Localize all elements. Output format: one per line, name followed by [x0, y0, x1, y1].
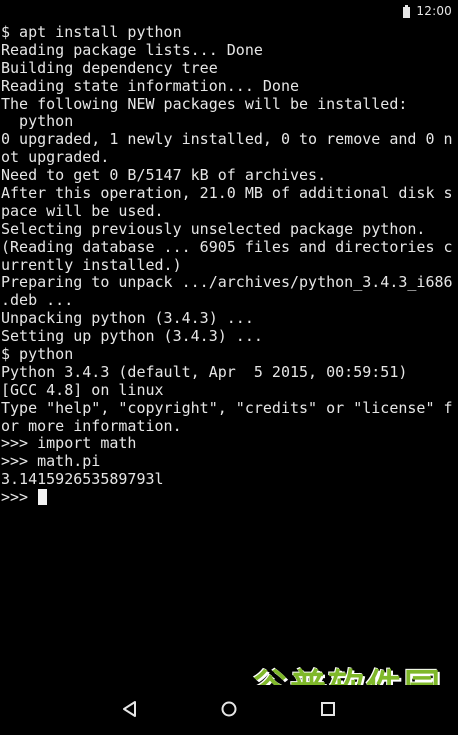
- terminal-line: or more information.: [1, 416, 182, 435]
- python-prompt: >>>: [1, 488, 38, 507]
- recent-icon: [321, 702, 335, 716]
- terminal-line: 3.141592653589793l: [1, 470, 164, 489]
- terminal-line: [GCC 4.8] on linux: [1, 380, 164, 399]
- status-bar: 12:00: [0, 0, 458, 24]
- battery-icon: [403, 4, 411, 18]
- terminal-line: $ python: [1, 345, 74, 364]
- terminal-line: >>> import math: [1, 434, 137, 453]
- navigation-bar: [0, 685, 458, 735]
- terminal-line: Reading state information... Done: [1, 76, 300, 95]
- terminal-line: The following NEW packages will be insta…: [1, 94, 408, 113]
- terminal-line: (Reading database ... 6905 files and dir…: [1, 237, 453, 256]
- terminal-line: Building dependency tree: [1, 58, 218, 77]
- terminal-line: urrently installed.): [1, 255, 182, 274]
- home-button[interactable]: [217, 697, 241, 721]
- terminal-line: Setting up python (3.4.3) ...: [1, 327, 263, 346]
- terminal-input-line[interactable]: >>>: [0, 488, 458, 507]
- terminal-output[interactable]: $ apt install python Reading package lis…: [0, 24, 458, 680]
- terminal-line: 0 upgraded, 1 newly installed, 0 to remo…: [1, 130, 453, 149]
- status-icons: 12:00: [403, 4, 452, 18]
- terminal-line: python: [1, 112, 74, 131]
- terminal-line: Preparing to unpack .../archives/python_…: [1, 273, 453, 292]
- terminal-line: After this operation, 21.0 MB of additio…: [1, 184, 453, 203]
- terminal-line: Unpacking python (3.4.3) ...: [1, 309, 254, 328]
- terminal-line: >>> math.pi: [1, 452, 101, 471]
- terminal-line: Need to get 0 B/5147 kB of archives.: [1, 166, 327, 185]
- back-button[interactable]: [118, 697, 142, 721]
- terminal-line: Reading package lists... Done: [1, 40, 263, 59]
- terminal-line: pace will be used.: [1, 201, 164, 220]
- back-icon: [123, 701, 136, 717]
- terminal-cursor: [38, 489, 48, 506]
- terminal-line: $ apt install python: [1, 24, 182, 41]
- clock: 12:00: [416, 4, 452, 18]
- terminal-line: Type "help", "copyright", "credits" or "…: [1, 398, 453, 417]
- recent-apps-button[interactable]: [316, 697, 340, 721]
- home-icon: [221, 701, 237, 717]
- terminal-line: ot upgraded.: [1, 148, 110, 167]
- terminal-line: Selecting previously unselected package …: [1, 219, 426, 238]
- terminal-line: Python 3.4.3 (default, Apr 5 2015, 00:59…: [1, 362, 408, 381]
- terminal-line: .deb ...: [1, 291, 74, 310]
